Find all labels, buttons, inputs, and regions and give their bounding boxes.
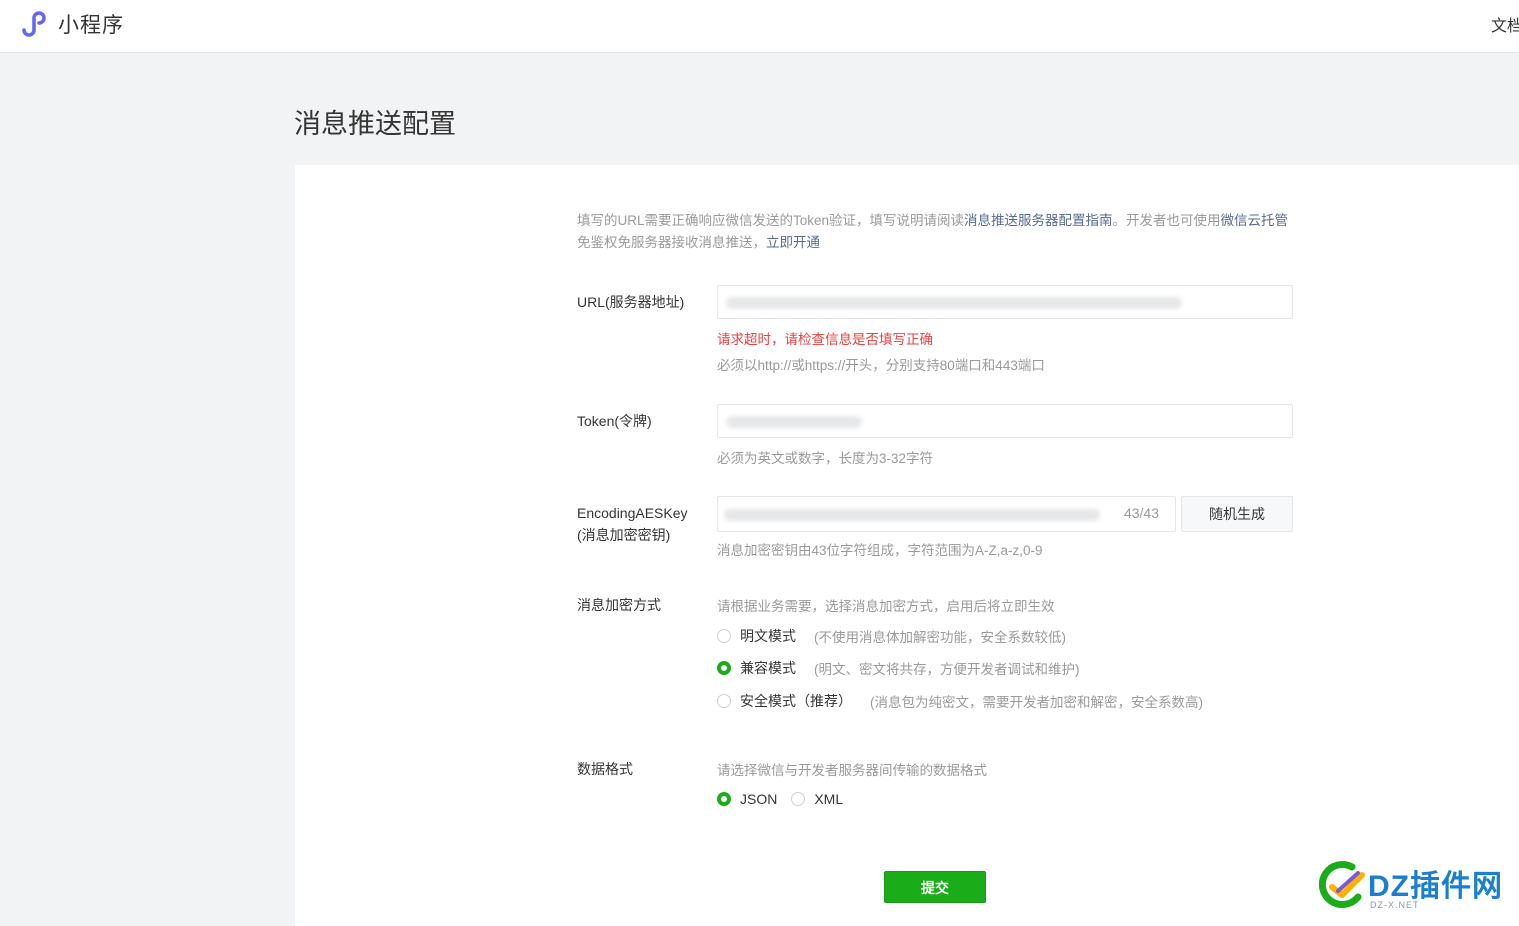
encryption-mode-label: 消息加密方式 bbox=[577, 597, 661, 613]
radio-secure-mode[interactable]: 安全模式（推荐） (消息包为纯密文，需要开发者加密和解密，安全系数高) bbox=[717, 691, 1203, 711]
wechat-cloud-hosting-link[interactable]: 微信云托管 bbox=[1221, 213, 1289, 228]
radio-json-label[interactable]: JSON bbox=[740, 791, 777, 807]
mini-program-logo-icon[interactable] bbox=[16, 8, 50, 38]
data-format-options: JSON XML bbox=[717, 789, 843, 809]
radio-compatible-label[interactable]: 兼容模式 bbox=[740, 658, 796, 678]
app-name[interactable]: 小程序 bbox=[58, 9, 124, 39]
radio-json-circle[interactable] bbox=[717, 792, 731, 806]
radio-plaintext-desc: (不使用消息体加解密功能，安全系数较低) bbox=[814, 630, 1066, 645]
token-hint: 必须为英文或数字，长度为3-32字符 bbox=[717, 451, 934, 466]
radio-plaintext-circle[interactable] bbox=[717, 629, 731, 643]
data-format-hint: 请选择微信与开发者服务器间传输的数据格式 bbox=[717, 763, 987, 778]
random-generate-button[interactable]: 随机生成 bbox=[1181, 496, 1293, 532]
aes-key-value-redacted bbox=[724, 509, 1100, 521]
url-input[interactable] bbox=[717, 285, 1293, 319]
url-value-redacted bbox=[726, 297, 1182, 309]
intro-text-1: 填写的URL需要正确响应微信发送的Token验证，填写说明请阅读 bbox=[577, 213, 965, 228]
aes-key-label-line2: (消息加密密钥) bbox=[577, 527, 671, 543]
radio-plaintext-label[interactable]: 明文模式 bbox=[740, 626, 796, 646]
token-label: Token(令牌) bbox=[577, 413, 652, 429]
radio-compatible-desc: (明文、密文将共存，方便开发者调试和维护) bbox=[814, 662, 1080, 677]
top-navbar: 小程序 文档 bbox=[0, 0, 1519, 53]
radio-secure-desc: (消息包为纯密文，需要开发者加密和解密，安全系数高) bbox=[870, 695, 1203, 710]
token-input[interactable] bbox=[717, 404, 1293, 438]
dz-logo-icon bbox=[1318, 861, 1365, 909]
radio-compatible-circle[interactable] bbox=[717, 661, 731, 675]
intro-text: 填写的URL需要正确响应微信发送的Token验证，填写说明请阅读消息推送服务器配… bbox=[577, 210, 1297, 254]
intro-text-3: 免鉴权免服务器接收消息推送， bbox=[577, 235, 766, 250]
radio-plaintext-mode[interactable]: 明文模式 (不使用消息体加解密功能，安全系数较低) bbox=[717, 626, 1066, 646]
intro-text-2: 。开发者也可使用 bbox=[1112, 213, 1221, 228]
watermark-subtext: DZ-X.NET bbox=[1370, 900, 1420, 910]
page-title: 消息推送配置 bbox=[294, 109, 456, 139]
radio-secure-circle[interactable] bbox=[717, 694, 731, 708]
watermark-text: DZ插件网 bbox=[1368, 870, 1503, 903]
docs-link[interactable]: 文档 bbox=[1491, 12, 1519, 36]
url-hint: 必须以http://或https://开头，分别支持80端口和443端口 bbox=[717, 358, 1045, 373]
aes-key-char-counter: 43/43 bbox=[1123, 505, 1159, 521]
aes-key-label-line1: EncodingAESKey bbox=[577, 505, 688, 521]
aes-key-hint: 消息加密密钥由43位字符组成，字符范围为A-Z,a-z,0-9 bbox=[717, 543, 1043, 558]
aes-key-label: EncodingAESKey (消息加密密钥) bbox=[577, 502, 688, 546]
radio-compatible-mode[interactable]: 兼容模式 (明文、密文将共存，方便开发者调试和维护) bbox=[717, 658, 1080, 678]
url-label: URL(服务器地址) bbox=[577, 294, 685, 310]
token-value-redacted bbox=[726, 416, 862, 428]
server-config-guide-link[interactable]: 消息推送服务器配置指南 bbox=[964, 213, 1113, 228]
url-error-message: 请求超时，请检查信息是否填写正确 bbox=[717, 332, 933, 347]
aes-key-input[interactable]: 43/43 bbox=[717, 496, 1176, 532]
dz-watermark: DZ插件网 DZ-X.NET bbox=[1318, 857, 1508, 915]
encryption-mode-hint: 请根据业务需要，选择消息加密方式，启用后将立即生效 bbox=[717, 599, 1055, 614]
radio-xml-circle[interactable] bbox=[791, 792, 806, 806]
data-format-label: 数据格式 bbox=[577, 761, 633, 777]
open-now-link[interactable]: 立即开通 bbox=[766, 235, 820, 250]
radio-secure-label[interactable]: 安全模式（推荐） bbox=[740, 691, 852, 711]
submit-button[interactable]: 提交 bbox=[884, 871, 986, 903]
radio-xml-label[interactable]: XML bbox=[814, 791, 843, 807]
